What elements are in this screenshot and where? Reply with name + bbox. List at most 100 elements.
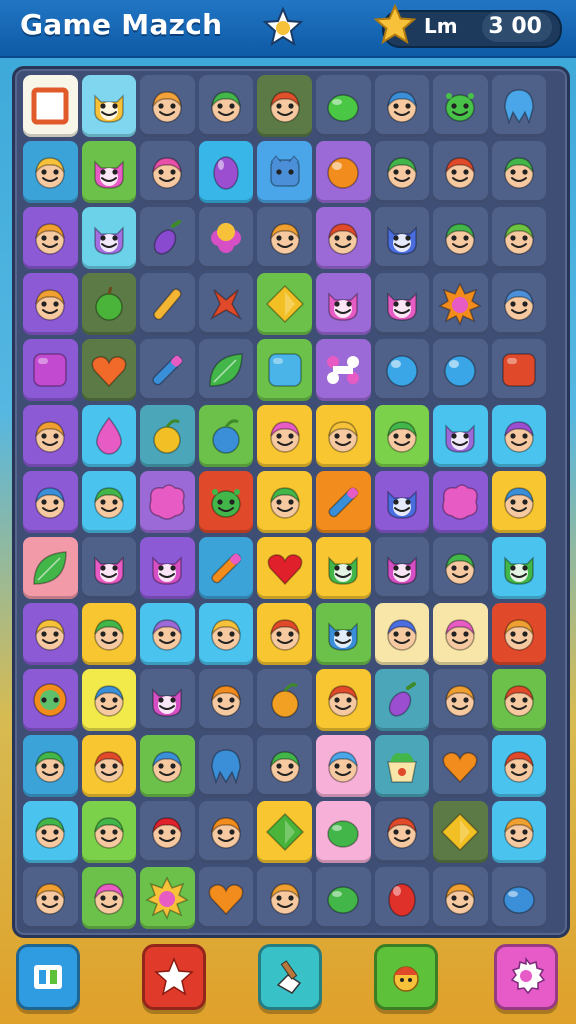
board-tile[interactable] [138,337,197,403]
board-tile[interactable] [80,601,139,667]
board-tile[interactable] [373,667,432,733]
hammer-button[interactable] [258,944,322,1010]
board-tile[interactable] [373,271,432,337]
board-tile[interactable] [255,403,314,469]
board-tile[interactable] [255,733,314,799]
board-tile[interactable] [314,403,373,469]
board-tile[interactable] [373,601,432,667]
board-tile[interactable] [80,271,139,337]
board-tile[interactable] [21,205,80,271]
board-tile[interactable] [21,271,80,337]
board-tile[interactable] [431,205,490,271]
board-tile[interactable] [80,733,139,799]
board-tile[interactable] [138,139,197,205]
board-tile[interactable] [314,535,373,601]
board-tile[interactable] [314,733,373,799]
board-tile[interactable] [138,271,197,337]
board-tile[interactable] [80,469,139,535]
board-tile[interactable] [255,271,314,337]
board-tile[interactable] [138,535,197,601]
board-tile[interactable] [197,139,256,205]
board-tile[interactable] [373,73,432,139]
board-tile[interactable] [490,601,549,667]
stats-button[interactable] [16,944,80,1010]
board-tile[interactable] [138,799,197,865]
board-tile[interactable] [21,403,80,469]
board-tile[interactable] [255,799,314,865]
board-tile[interactable] [21,139,80,205]
board-tile[interactable] [490,535,549,601]
board-tile[interactable] [431,469,490,535]
board-tile[interactable] [490,73,549,139]
board-tile[interactable] [373,403,432,469]
board-tile[interactable] [197,601,256,667]
board-tile[interactable] [314,337,373,403]
board-tile[interactable] [138,205,197,271]
board-tile[interactable] [314,799,373,865]
board-tile[interactable] [431,733,490,799]
board-tile[interactable] [255,139,314,205]
board-tile[interactable] [373,535,432,601]
board-tile[interactable] [431,139,490,205]
board-tile[interactable] [80,403,139,469]
board-tile[interactable] [373,469,432,535]
board-tile[interactable] [197,667,256,733]
board-tile[interactable] [21,535,80,601]
board-tile[interactable] [431,337,490,403]
board-tile[interactable] [197,535,256,601]
board-tile[interactable] [255,469,314,535]
board-tile[interactable] [138,73,197,139]
board-tile[interactable] [490,865,549,931]
board-tile[interactable] [373,337,432,403]
board-tile[interactable] [255,205,314,271]
character-button[interactable] [374,944,438,1010]
board-tile[interactable] [21,601,80,667]
board-tile[interactable] [21,667,80,733]
settings-button[interactable] [494,944,558,1010]
board-tile[interactable] [255,535,314,601]
board-tile[interactable] [431,535,490,601]
board-tile[interactable] [21,337,80,403]
board-tile[interactable] [138,601,197,667]
board-tile[interactable] [255,73,314,139]
board-tile[interactable] [490,403,549,469]
board-tile[interactable] [197,403,256,469]
star-button[interactable] [142,944,206,1010]
board-tile[interactable] [138,667,197,733]
board-tile[interactable] [431,865,490,931]
board-tile[interactable] [314,139,373,205]
board-tile[interactable] [197,865,256,931]
board-tile[interactable] [21,865,80,931]
board-tile[interactable] [373,205,432,271]
board-tile[interactable] [431,601,490,667]
board-tile[interactable] [314,601,373,667]
board-tile[interactable] [431,667,490,733]
board-tile[interactable] [197,271,256,337]
board-tile[interactable] [490,667,549,733]
board-tile[interactable] [431,73,490,139]
board-tile[interactable] [80,337,139,403]
board-tile[interactable] [373,865,432,931]
board-tile[interactable] [490,271,549,337]
board-tile[interactable] [314,469,373,535]
board-tile[interactable] [21,799,80,865]
board-tile[interactable] [21,733,80,799]
board-tile[interactable] [197,733,256,799]
board-tile[interactable] [255,601,314,667]
board-tile[interactable] [431,271,490,337]
board-tile[interactable] [138,469,197,535]
board-tile[interactable] [138,865,197,931]
board-tile[interactable] [255,667,314,733]
board-tile[interactable] [197,73,256,139]
board-tile[interactable] [314,271,373,337]
board-tile[interactable] [314,667,373,733]
board-tile[interactable] [80,73,139,139]
board-tile[interactable] [80,667,139,733]
board-tile[interactable] [197,799,256,865]
board-tile[interactable] [80,205,139,271]
board-tile[interactable] [490,469,549,535]
board-tile[interactable] [431,799,490,865]
board-tile[interactable] [80,865,139,931]
board-tile[interactable] [490,337,549,403]
board-tile[interactable] [80,799,139,865]
